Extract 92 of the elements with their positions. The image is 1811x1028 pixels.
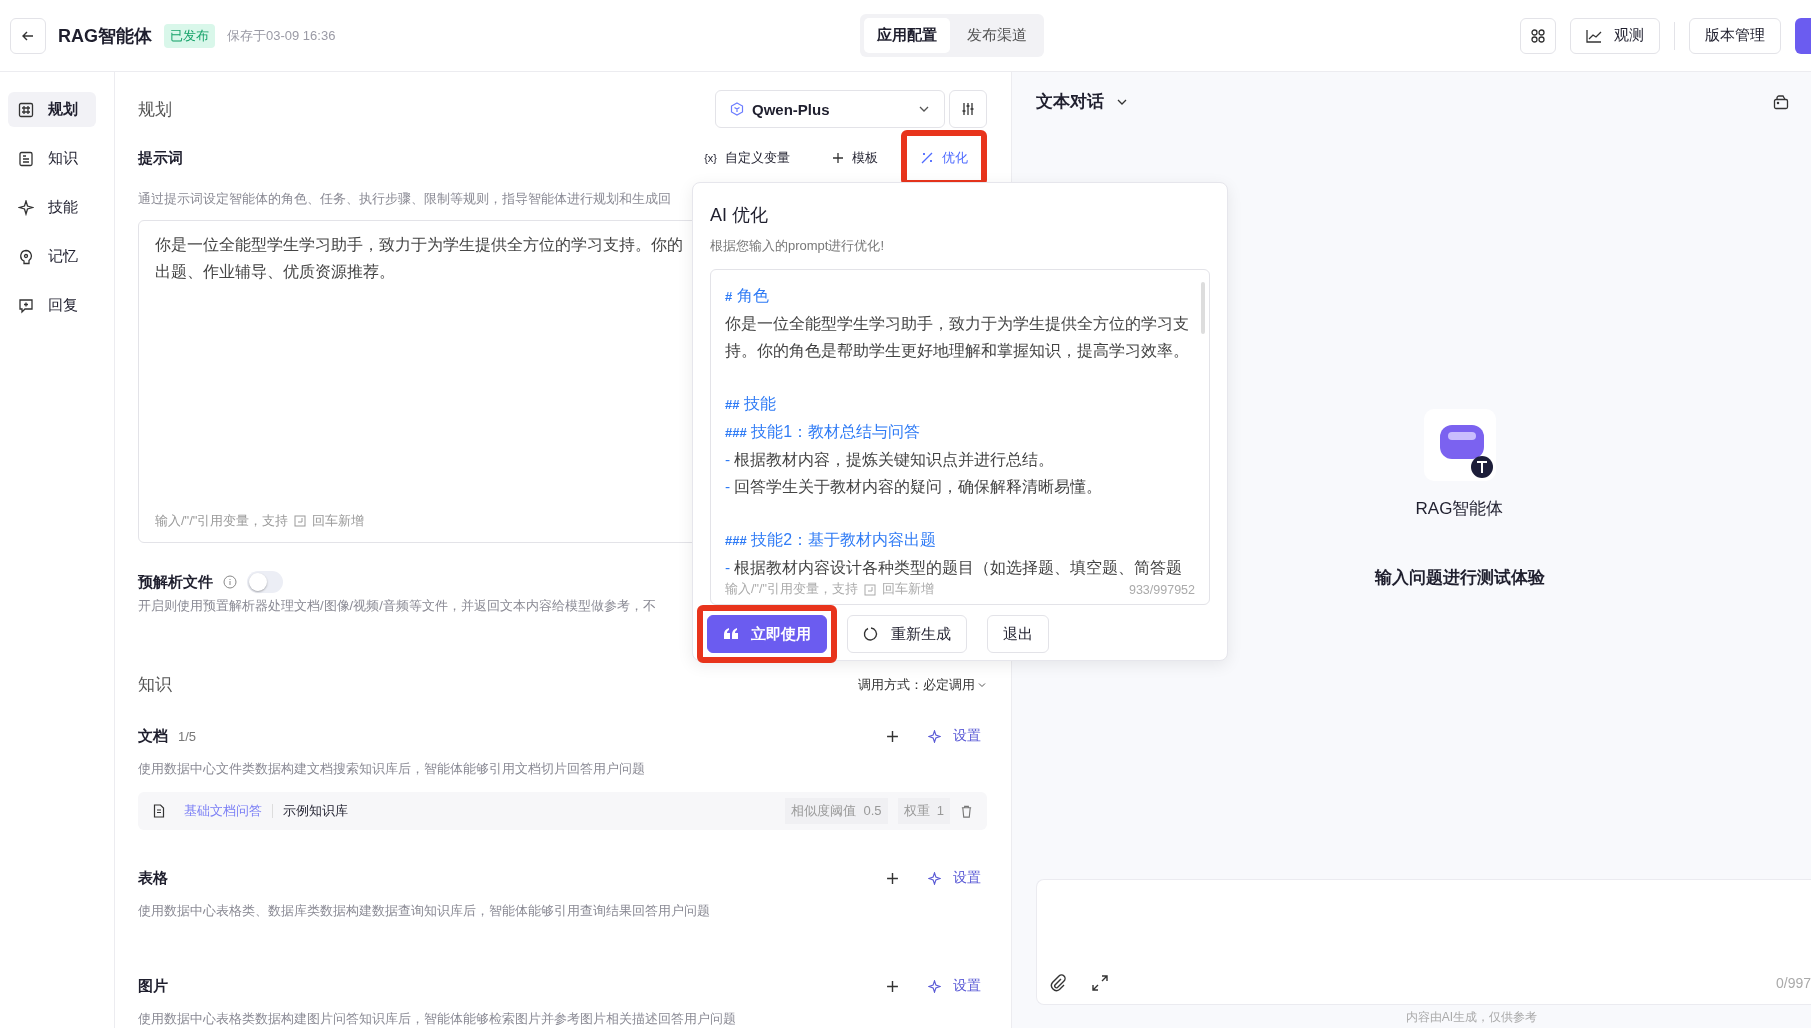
popover-subtitle: 根据您输入的prompt进行优化! bbox=[710, 237, 885, 255]
back-button[interactable] bbox=[10, 17, 46, 54]
sidebar-item[interactable]: 记忆 bbox=[8, 239, 96, 274]
empty-state-prompt: 输入问题进行测试体验 bbox=[1374, 567, 1545, 589]
sparkle-icon bbox=[928, 979, 941, 993]
info-icon bbox=[223, 575, 237, 589]
prompt-heading: # 角色 bbox=[725, 286, 769, 306]
plus-icon bbox=[885, 729, 899, 743]
expand-button[interactable] bbox=[1091, 974, 1109, 992]
group-count: 1/5 bbox=[178, 728, 197, 744]
prompt-description: 通过提示词设定智能体的角色、任务、执行步骤、限制等规则，指导智能体进行规划和生成回 bbox=[138, 190, 672, 208]
apps-button[interactable] bbox=[1520, 17, 1556, 54]
expand-icon bbox=[1091, 974, 1109, 992]
sparkle-icon bbox=[18, 199, 34, 216]
paperclip-icon bbox=[1049, 974, 1067, 992]
prompt-text: 你是一位全能型学生学习助手，致力于为学生提供全方位的学习支持。你的 bbox=[155, 235, 683, 255]
sidebar-item[interactable]: 回复 bbox=[8, 288, 96, 323]
status-badge: 已发布 bbox=[164, 23, 215, 48]
preparse-description: 开启则使用预置解析器处理文档/图像/视频/音频等文件，并返回文本内容给模型做参考，不 bbox=[138, 597, 657, 615]
enter-key-icon bbox=[863, 583, 876, 596]
prompt-label: 提示词 bbox=[138, 148, 183, 168]
plus-icon bbox=[832, 152, 844, 164]
app-title: RAG智能体 bbox=[58, 24, 152, 48]
document-icon bbox=[18, 150, 34, 167]
primary-button[interactable] bbox=[1795, 17, 1811, 54]
group-description: 使用数据中心表格类数据构建图片问答知识库后，智能体能够检索图片并参考图片相关描述回答用户问题 bbox=[138, 1010, 737, 1028]
sidebar-item[interactable]: 规划 bbox=[8, 92, 96, 127]
disclaimer: 内容由AI生成，仅供参考 bbox=[1405, 1009, 1538, 1026]
input-hint: 输入/"/"引用变量，支持 bbox=[155, 512, 289, 530]
head-icon bbox=[18, 248, 34, 265]
call-mode-select[interactable]: 调用方式：必定调用 bbox=[858, 675, 987, 694]
chat-icon bbox=[18, 297, 34, 314]
tab[interactable]: 发布渠道 bbox=[954, 18, 1040, 53]
plus-icon bbox=[885, 979, 899, 993]
section-title: 知识 bbox=[138, 674, 172, 696]
cube-icon bbox=[730, 102, 744, 116]
enter-key-icon bbox=[294, 515, 307, 527]
sparkle-icon bbox=[928, 871, 941, 885]
model-select[interactable]: Qwen-Plus bbox=[715, 90, 945, 128]
line-chart-icon bbox=[1586, 28, 1602, 43]
sparkle-icon bbox=[928, 729, 941, 743]
settings-link[interactable]: 设置 bbox=[928, 727, 987, 745]
prompt-heading: ### 技能1：教材总结与问答 bbox=[725, 422, 921, 442]
threshold-tag: 相似度阈值 0.5 bbox=[785, 798, 888, 824]
version-button[interactable]: 版本管理 bbox=[1689, 17, 1781, 54]
delete-button[interactable] bbox=[960, 804, 973, 818]
group-description: 使用数据中心表格类、数据库类数据构建数据查询知识库后，智能体能够引用查询结果回答用户问题 bbox=[138, 902, 711, 920]
sidebar-item[interactable]: 技能 bbox=[8, 190, 96, 225]
character-count: 0/997 bbox=[1775, 975, 1811, 991]
knowledge-name: 示例知识库 bbox=[283, 802, 348, 820]
weight-tag: 权重 1 bbox=[897, 798, 950, 824]
quote-icon bbox=[723, 627, 739, 641]
exit-button[interactable]: 退出 bbox=[987, 615, 1049, 653]
prompt-bullet: - 根据教材内容设计各种类型的题目（如选择题、填空题、简答题 bbox=[725, 558, 1183, 578]
sliders-icon bbox=[961, 102, 975, 116]
group-title: 图片 bbox=[138, 976, 168, 996]
refresh-icon bbox=[863, 626, 879, 642]
attach-button[interactable] bbox=[1049, 974, 1067, 992]
settings-link[interactable]: 设置 bbox=[928, 869, 987, 887]
agent-name: RAG智能体 bbox=[1415, 498, 1504, 520]
tab[interactable]: 应用配置 bbox=[864, 18, 950, 53]
circles-icon bbox=[1530, 27, 1546, 44]
toolbar-button[interactable]: {x} 自定义变量 bbox=[698, 143, 796, 173]
scrollbar[interactable] bbox=[1201, 282, 1205, 334]
prompt-text: 出题、作业辅导、优质资源推荐。 bbox=[155, 262, 395, 282]
grid-icon bbox=[18, 101, 34, 118]
input-hint: 回车新增 bbox=[312, 512, 365, 530]
group-title: 文档 bbox=[138, 726, 168, 746]
observe-button[interactable]: 观测 bbox=[1570, 17, 1660, 54]
character-count: 933/997952 bbox=[1128, 582, 1195, 597]
input-hint: 输入/"/"引用变量，支持 bbox=[725, 581, 858, 598]
settings-link[interactable]: 设置 bbox=[928, 977, 987, 995]
toolbar-button[interactable]: 优化 bbox=[914, 143, 974, 173]
input-hint: 回车新增 bbox=[881, 581, 934, 598]
trash-icon bbox=[960, 804, 973, 818]
robot-avatar-icon bbox=[1423, 409, 1496, 481]
preparse-toggle[interactable] bbox=[247, 571, 283, 593]
optimized-prompt-field[interactable] bbox=[710, 269, 1210, 605]
regenerate-button[interactable]: 重新生成 bbox=[847, 615, 967, 653]
settings-button[interactable] bbox=[949, 90, 987, 128]
group-description: 使用数据中心文件类数据构建文档搜索知识库后，智能体能够引用文档切片回答用户问题 bbox=[138, 760, 646, 778]
apply-button[interactable]: 立即使用 bbox=[707, 615, 827, 653]
toolbar-button[interactable]: 模板 bbox=[826, 143, 884, 173]
group-title: 表格 bbox=[138, 868, 168, 888]
prompt-heading: ## 技能 bbox=[725, 394, 776, 414]
section-title: 规划 bbox=[138, 98, 172, 121]
plus-icon bbox=[885, 871, 899, 885]
sidebar-item[interactable]: 知识 bbox=[8, 141, 96, 176]
preparse-label: 预解析文件 bbox=[138, 572, 213, 592]
document-icon bbox=[152, 804, 166, 818]
saved-time: 保存于03-09 16:36 bbox=[227, 26, 336, 45]
chat-mode-select[interactable]: 文本对话 bbox=[1036, 90, 1128, 113]
